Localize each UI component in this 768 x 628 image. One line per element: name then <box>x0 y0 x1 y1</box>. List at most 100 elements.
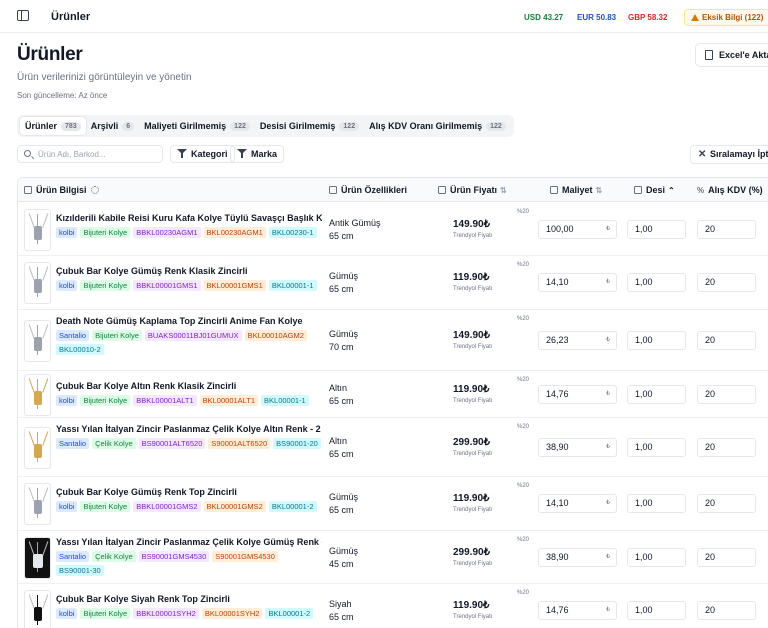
desi-input[interactable]: 1,00 <box>627 494 686 513</box>
model-code-chip: BKL00001-2 <box>268 501 317 512</box>
cost-input[interactable]: 38,90 ₺ <box>538 547 617 567</box>
desi-input[interactable]: 1,00 <box>627 219 686 239</box>
tab-missing-desi[interactable]: Desisi Girilmemiş 122 <box>255 117 364 135</box>
product-thumbnail[interactable] <box>24 483 51 525</box>
price-source-label: Trendyol Fiyatı <box>453 397 493 404</box>
tab-label: Ürünler <box>25 121 58 131</box>
product-name[interactable]: Yassı Yılan İtalyan Zincir Paslanmaz Çel… <box>56 537 322 547</box>
column-product-info[interactable]: Ürün Bilgisi <box>24 178 99 202</box>
price-source-label: Trendyol Fiyatı <box>453 507 493 513</box>
column-kdv[interactable]: % Alış KDV (%) <box>697 178 763 202</box>
model-code-chip: BKL00001-1 <box>268 280 317 291</box>
desi-input[interactable]: 1,00 <box>627 600 686 620</box>
price-source-label: Trendyol Fiyatı <box>453 343 493 350</box>
brand-chip: kolbi <box>56 280 78 291</box>
kdv-input[interactable]: 20 <box>697 494 756 513</box>
gbp-rate: GBP 58.32 <box>628 13 668 22</box>
cost-input[interactable]: 14,76 ₺ <box>538 384 617 404</box>
tab-count: 122 <box>339 121 360 131</box>
tab-count: 122 <box>486 121 506 131</box>
product-material: Gümüş <box>329 545 359 556</box>
necklace-image-part <box>34 391 42 405</box>
table-row[interactable]: Çubuk Bar Kolye Altın Renk Klasik Zincir… <box>18 371 768 418</box>
product-name[interactable]: Çubuk Bar Kolye Gümüş Renk Top Zincirli <box>56 487 322 497</box>
column-label: Ürün Bilgisi <box>36 185 87 195</box>
product-thumbnail[interactable] <box>24 427 51 469</box>
cost-value: 14,76 <box>546 388 569 399</box>
product-tags: Santalio Çelik Kolye BS90001ALT6520 S90001A… <box>56 438 324 449</box>
product-thumbnail[interactable] <box>24 320 51 362</box>
stock-code-chip: S90001GMS4530 <box>212 551 278 562</box>
kdv-input[interactable]: 20 <box>697 273 756 292</box>
kdv-input[interactable]: 20 <box>697 600 756 620</box>
product-name[interactable]: Çubuk Bar Kolye Gümüş Renk Klasik Zincir… <box>56 266 322 276</box>
cancel-sort-button[interactable]: ✕Sıralamayı İptal <box>690 145 768 164</box>
product-name[interactable]: Kızılderili Kabile Reisi Kuru Kafa Kolye… <box>56 213 322 223</box>
product-thumbnail[interactable] <box>24 590 51 628</box>
stock-code-chip: BKL00001GMS1 <box>203 280 266 291</box>
cost-input[interactable]: 100,00 ₺ <box>538 219 617 239</box>
gear-icon[interactable] <box>90 186 99 194</box>
kdv-input[interactable]: 20 <box>697 384 756 404</box>
cost-value: 100,00 <box>546 223 574 234</box>
product-tags: Santalio Çelik Kolye BS90001GMS4530 S90001G… <box>56 551 324 576</box>
product-name[interactable]: Çubuk Bar Kolye Siyah Renk Top Zincirli <box>56 594 322 604</box>
currency-symbol: ₺ <box>606 336 610 343</box>
column-attributes[interactable]: Ürün Özellikleri <box>329 178 407 202</box>
table-row[interactable]: Kızılderili Kabile Reisi Kuru Kafa Kolye… <box>18 203 768 256</box>
brand-filter-button[interactable]: Marka <box>230 145 285 163</box>
category-chip: Bijuteri Kolye <box>80 608 131 619</box>
kdv-input[interactable]: 20 <box>697 219 756 239</box>
product-name[interactable]: Çubuk Bar Kolye Altın Renk Klasik Zincir… <box>56 381 322 391</box>
column-cost[interactable]: Maliyet ⇅ <box>550 178 602 202</box>
missing-info-badge[interactable]: Eksik Bilgi (122) <box>684 9 768 26</box>
product-name[interactable]: Yassı Yılan İtalyan Zincir Paslanmaz Çel… <box>56 424 322 434</box>
product-price: 299.90₺ <box>453 436 490 448</box>
category-filter-button[interactable]: Kategori <box>170 145 235 163</box>
column-desi[interactable]: Desi ⌃ <box>634 178 675 202</box>
sku-chip: BBKL00001ALT1 <box>133 395 197 406</box>
desi-input[interactable]: 1,00 <box>627 330 686 350</box>
kdv-input[interactable]: 20 <box>697 330 756 350</box>
product-name[interactable]: Death Note Gümüş Kaplama Top Zincirli An… <box>56 316 322 326</box>
vat-rate-label: %20 <box>517 262 530 268</box>
product-price: 119.90₺ <box>453 272 490 283</box>
product-tags: kolbi Bijuteri Kolye BBKL00230AGM1 BKL00230… <box>56 227 324 238</box>
desi-input[interactable]: 1,00 <box>627 384 686 404</box>
cost-input[interactable]: 26,23 ₺ <box>538 330 617 350</box>
cost-input[interactable]: 14,76 ₺ <box>538 600 617 620</box>
desi-input[interactable]: 1,00 <box>627 273 686 292</box>
kdv-input[interactable]: 20 <box>697 547 756 567</box>
table-row[interactable]: Çubuk Bar Kolye Gümüş Renk Klasik Zincir… <box>18 256 768 310</box>
column-price[interactable]: Ürün Fiyatı ⇅ <box>438 178 507 202</box>
model-code-chip: BKL00230-1 <box>268 227 317 238</box>
table-row[interactable]: Çubuk Bar Kolye Gümüş Renk Top Zincirli k… <box>18 477 768 531</box>
product-thumbnail[interactable] <box>24 262 51 304</box>
cost-input[interactable]: 38,90 ₺ <box>538 437 617 457</box>
table-row[interactable]: Yassı Yılan İtalyan Zincir Paslanmaz Çel… <box>18 418 768 477</box>
desi-input[interactable]: 1,00 <box>627 547 686 567</box>
tab-missing-kdv[interactable]: Alış KDV Oranı Girilmemiş 122 <box>364 117 511 135</box>
cost-input[interactable]: 14,10 ₺ <box>538 494 617 513</box>
tab-archived[interactable]: Arşivli 6 <box>86 117 139 135</box>
product-thumbnail[interactable] <box>24 209 51 251</box>
desi-input[interactable]: 1,00 <box>627 437 686 457</box>
export-excel-button[interactable]: Excel'e Aktar <box>695 43 768 67</box>
sidebar-toggle-icon[interactable] <box>17 10 29 21</box>
table-row[interactable]: Yassı Yılan İtalyan Zincir Paslanmaz Çel… <box>18 531 768 584</box>
tab-products[interactable]: Ürünler 783 <box>20 117 86 135</box>
vat-rate-label: %20 <box>517 209 530 215</box>
cost-input[interactable]: 14,10 ₺ <box>538 273 617 292</box>
search-icon <box>24 150 31 157</box>
product-material: Altın <box>329 435 348 446</box>
stock-code-chip: BKL00001SYH2 <box>201 608 263 619</box>
product-thumbnail[interactable] <box>24 537 51 579</box>
box-icon <box>24 186 32 194</box>
table-row[interactable]: Çubuk Bar Kolye Siyah Renk Top Zincirli k… <box>18 584 768 628</box>
search-input[interactable] <box>38 148 158 160</box>
kdv-input[interactable]: 20 <box>697 437 756 457</box>
tab-missing-cost[interactable]: Maliyeti Girilmemiş 122 <box>139 117 255 135</box>
table-row[interactable]: Death Note Gümüş Kaplama Top Zincirli An… <box>18 310 768 371</box>
product-thumbnail[interactable] <box>24 374 51 416</box>
model-code-chip: BKL00001-1 <box>261 395 309 406</box>
